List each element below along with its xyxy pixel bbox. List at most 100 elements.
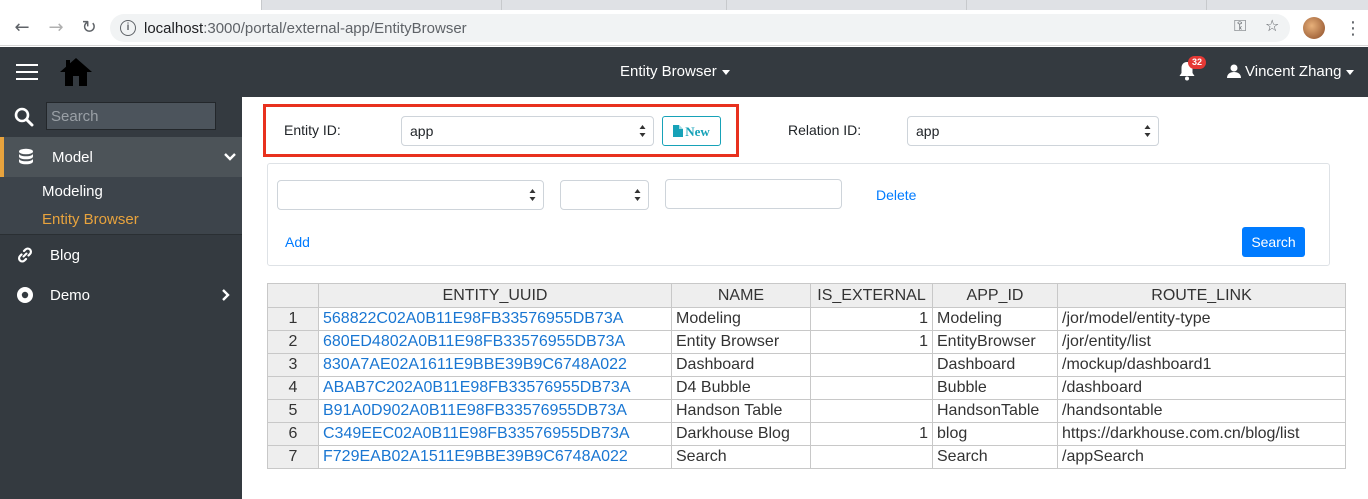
cell-entity-uuid[interactable]: C349EEC02A0B11E98FB33576955DB73A [318,422,672,446]
cell-app-id[interactable]: Bubble [932,376,1058,400]
delete-link[interactable]: Delete [876,187,916,203]
table-row[interactable]: 2 680ED4802A0B11E98FB33576955DB73A Entity … [267,330,1346,354]
add-link[interactable]: Add [285,234,310,250]
cell-route-link[interactable]: https://darkhouse.com.cn/blog/list [1057,422,1346,446]
star-icon[interactable]: ☆ [1265,16,1279,35]
entity-id-select[interactable]: app [401,116,654,146]
table-row[interactable]: 7 F729EAB02A1511E9BBE39B9C6748A022 Search S… [267,445,1346,469]
app-header: Entity Browser 32 Vincent Zhang [0,47,1368,97]
table-row[interactable]: 5 B91A0D902A0B11E98FB33576955DB73A Handson… [267,399,1346,423]
cell-is-external[interactable] [810,353,933,377]
cell-route-link[interactable]: /jor/entity/list [1057,330,1346,354]
new-button-label: New [685,124,710,139]
reload-icon[interactable]: ↻ [79,18,99,38]
sidebar-item-model[interactable]: Model [0,137,242,177]
cell-entity-uuid[interactable]: 830A7AE02A1611E9BBE39B9C6748A022 [318,353,672,377]
forward-icon[interactable]: → [46,18,66,38]
sidebar-item-label: Blog [50,247,81,264]
sidebar-search-input[interactable] [46,102,216,130]
sidebar-subitem-modeling[interactable]: Modeling [42,183,103,200]
hamburger-menu-icon[interactable] [16,64,38,80]
relation-id-label: Relation ID: [788,122,862,138]
browser-tab-active[interactable] [0,0,262,10]
cell-entity-uuid[interactable]: B91A0D902A0B11E98FB33576955DB73A [318,399,672,423]
cell-rownum: 1 [267,307,319,331]
notification-badge: 32 [1188,56,1207,69]
cell-app-id[interactable]: blog [932,422,1058,446]
cell-route-link[interactable]: /dashboard [1057,376,1346,400]
kebab-menu-icon[interactable]: ⋮ [1344,18,1362,39]
document-icon [673,125,684,137]
app-title-dropdown[interactable]: Entity Browser [620,63,730,80]
column-header-app-id[interactable]: APP_ID [932,283,1058,308]
filter-operator-select[interactable] [560,180,649,210]
cell-is-external[interactable]: 1 [810,330,933,354]
cell-name[interactable]: Modeling [671,307,811,331]
select-arrows-icon [634,189,641,201]
home-icon[interactable] [58,56,94,88]
cell-app-id[interactable]: HandsonTable [932,399,1058,423]
user-menu[interactable]: Vincent Zhang [1227,63,1355,80]
cell-route-link[interactable]: /mockup/dashboard1 [1057,353,1346,377]
cell-app-id[interactable]: Modeling [932,307,1058,331]
key-icon[interactable]: ⚿ [1234,16,1246,36]
chevron-right-icon [222,289,230,301]
column-header-is-external[interactable]: IS_EXTERNAL [810,283,933,308]
cell-rownum: 4 [267,376,319,400]
cell-is-external[interactable] [810,376,933,400]
browser-tab-strip [0,0,1368,10]
column-header-entity-uuid[interactable]: ENTITY_UUID [318,283,672,308]
cell-entity-uuid[interactable]: 568822C02A0B11E98FB33576955DB73A [318,307,672,331]
cell-entity-uuid[interactable]: 680ED4802A0B11E98FB33576955DB73A [318,330,672,354]
table-row[interactable]: 6 C349EEC02A0B11E98FB33576955DB73A Darkhou… [267,422,1346,446]
sidebar-subitem-entity-browser[interactable]: Entity Browser [42,211,139,228]
cell-is-external[interactable]: 1 [810,307,933,331]
sidebar-item-demo[interactable]: Demo [0,275,242,315]
cell-is-external[interactable] [810,445,933,469]
cell-route-link[interactable]: /handsontable [1057,399,1346,423]
cell-app-id[interactable]: Dashboard [932,353,1058,377]
cell-name[interactable]: Entity Browser [671,330,811,354]
table-row[interactable]: 3 830A7AE02A1611E9BBE39B9C6748A022 Dashboa… [267,353,1346,377]
info-icon[interactable]: i [120,20,136,36]
column-header-name[interactable]: NAME [671,283,811,308]
url-text[interactable]: localhost:3000/portal/external-app/Entit… [144,20,467,37]
cell-route-link[interactable]: /appSearch [1057,445,1346,469]
cell-app-id[interactable]: Search [932,445,1058,469]
browser-tab[interactable] [502,0,727,10]
select-arrows-icon [1144,125,1151,137]
new-button[interactable]: New [662,116,721,146]
table-row[interactable]: 1 568822C02A0B11E98FB33576955DB73A Modelin… [267,307,1346,331]
chevron-down-icon [224,153,236,161]
table-row[interactable]: 4 ABAB7C202A0B11E98FB33576955DB73A D4 Bubb… [267,376,1346,400]
sidebar-item-label: Model [52,149,93,166]
link-icon [17,247,33,263]
cell-is-external[interactable] [810,399,933,423]
cell-name[interactable]: Darkhouse Blog [671,422,811,446]
cell-rownum: 7 [267,445,319,469]
browser-tab[interactable] [967,0,1207,10]
browser-tab[interactable] [262,0,502,10]
browser-tab[interactable] [727,0,967,10]
cell-name[interactable]: Dashboard [671,353,811,377]
relation-id-select[interactable]: app [907,116,1159,146]
cell-route-link[interactable]: /jor/model/entity-type [1057,307,1346,331]
column-header-route-link[interactable]: ROUTE_LINK [1057,283,1346,308]
cell-entity-uuid[interactable]: F729EAB02A1511E9BBE39B9C6748A022 [318,445,672,469]
caret-down-icon [721,69,730,75]
cell-name[interactable]: D4 Bubble [671,376,811,400]
profile-avatar[interactable] [1303,17,1325,39]
filter-field-select[interactable] [277,180,544,210]
sidebar-item-blog[interactable]: Blog [0,235,242,275]
search-button[interactable]: Search [1242,227,1305,257]
cell-entity-uuid[interactable]: ABAB7C202A0B11E98FB33576955DB73A [318,376,672,400]
back-icon[interactable]: ← [12,18,32,38]
filter-value-input[interactable] [665,179,842,209]
cell-name[interactable]: Search [671,445,811,469]
select-arrows-icon [639,125,646,137]
cell-is-external[interactable]: 1 [810,422,933,446]
cell-name[interactable]: Handson Table [671,399,811,423]
cell-app-id[interactable]: EntityBrowser [932,330,1058,354]
omnibox[interactable]: i localhost:3000/portal/external-app/Ent… [110,14,1290,42]
table-header-row: ENTITY_UUID NAME IS_EXTERNAL APP_ID ROUT… [267,283,1346,308]
